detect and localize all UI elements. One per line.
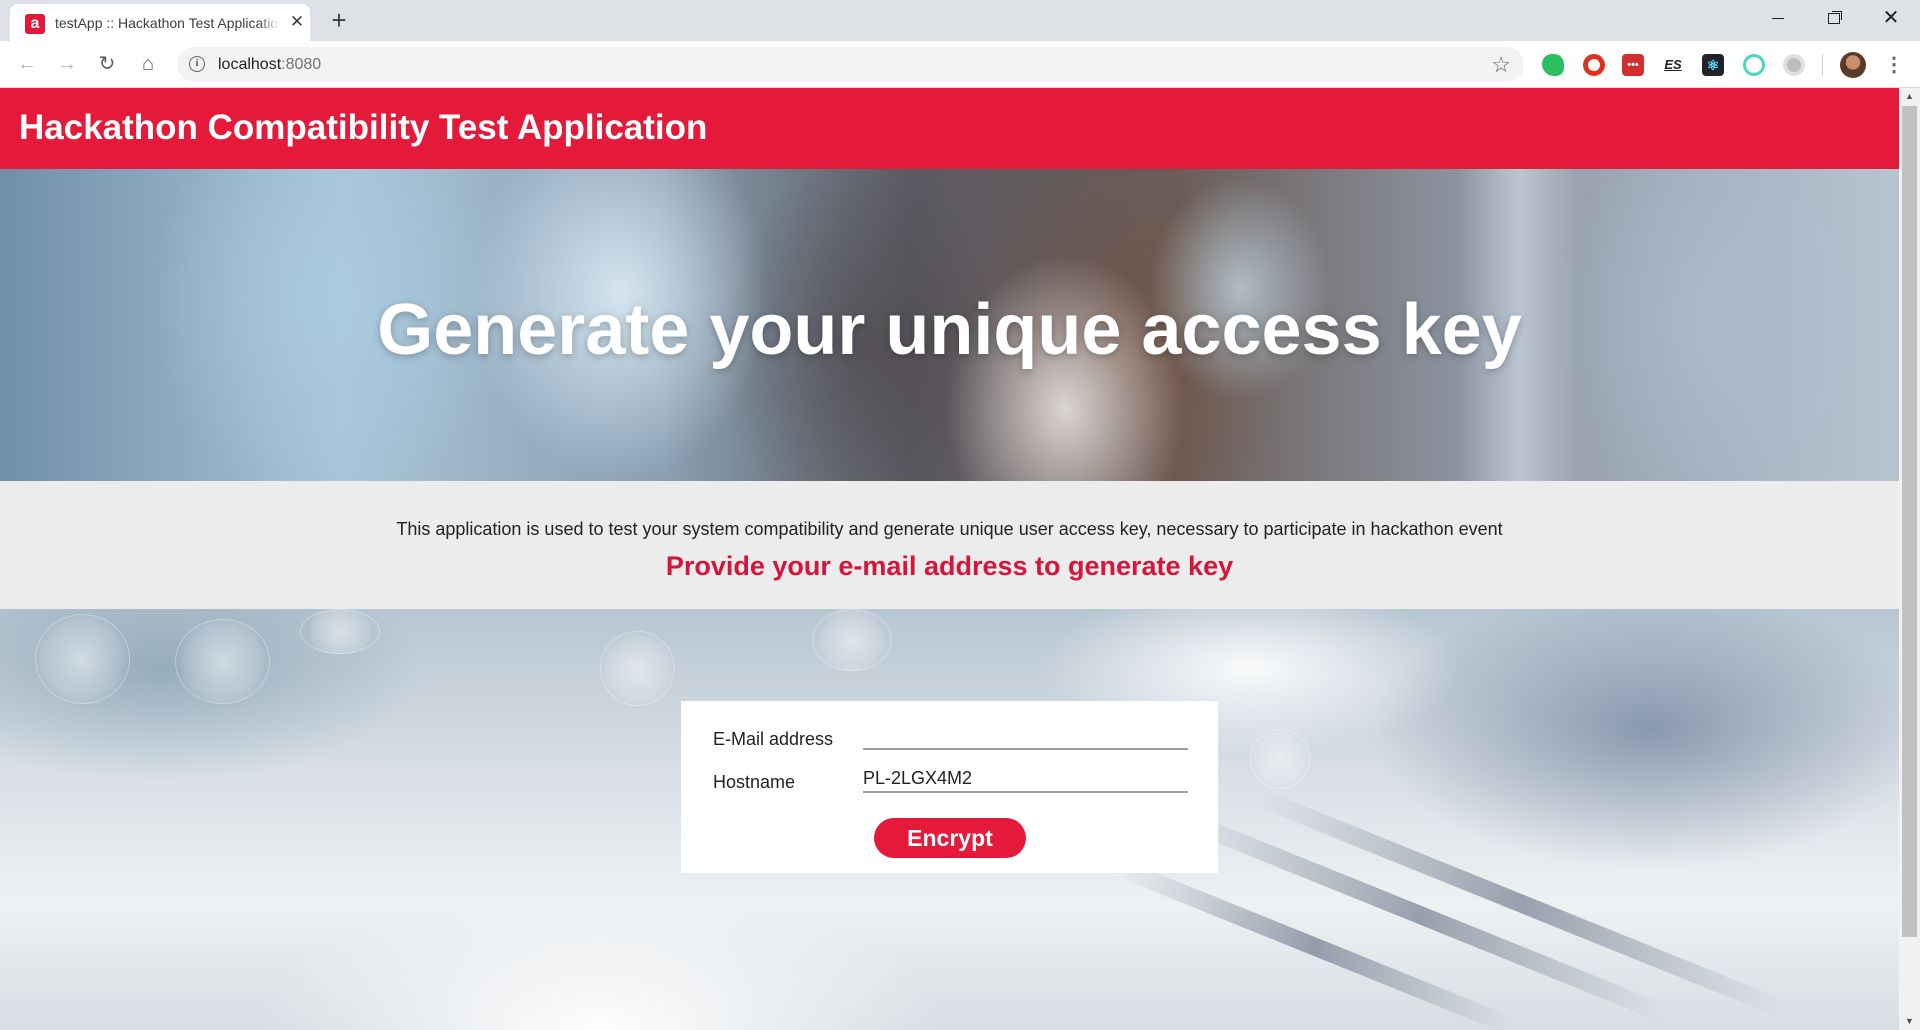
email-label: E-Mail address: [713, 729, 834, 749]
address-url[interactable]: localhost:8080: [218, 56, 321, 74]
key-generation-form: E-Mail address Hostname Encrypt: [681, 701, 1218, 873]
opera-vpn-icon[interactable]: [1583, 54, 1605, 76]
background-bokeh: [175, 619, 270, 704]
app-favicon-icon: a: [25, 14, 45, 34]
minimize-icon: [1772, 18, 1784, 19]
url-port: :8080: [281, 56, 322, 73]
browser-tabstrip: a testApp :: Hackathon Test Application …: [0, 0, 1920, 41]
new-tab-button[interactable]: +: [325, 6, 353, 34]
background-bokeh: [35, 614, 130, 704]
scroll-down-arrow-icon[interactable]: ▼: [1899, 1013, 1920, 1030]
page-scrollbar[interactable]: ▲ ▼: [1899, 88, 1920, 1030]
hero-banner: Generate your unique access key: [0, 169, 1899, 481]
toolbar-divider: [1822, 54, 1823, 76]
gray-extension-icon[interactable]: [1783, 54, 1805, 76]
background-bokeh: [1250, 729, 1310, 789]
home-button[interactable]: ⌂: [134, 50, 162, 78]
window-maximize-button[interactable]: [1805, 0, 1863, 36]
tab-close-icon[interactable]: ✕: [287, 12, 307, 32]
reload-button[interactable]: ↻: [93, 50, 121, 78]
background-streak: [1256, 789, 1783, 1017]
browser-menu-icon[interactable]: ⋮: [1884, 51, 1904, 79]
hostname-label: Hostname: [713, 772, 796, 792]
site-info-icon[interactable]: i: [189, 56, 205, 72]
page-viewport: Hackathon Compatibility Test Application…: [0, 88, 1899, 1030]
info-call-to-action: Provide your e-mail address to generate …: [665, 551, 1234, 581]
email-field[interactable]: [863, 722, 1188, 750]
color-picker-icon[interactable]: [1743, 54, 1765, 76]
background-bokeh: [600, 631, 675, 706]
address-bar[interactable]: i localhost:8080 ☆: [177, 47, 1524, 82]
back-button[interactable]: ←: [13, 50, 41, 78]
es-icon[interactable]: ES: [1662, 54, 1684, 76]
app-header: Hackathon Compatibility Test Application: [0, 88, 1899, 169]
encrypt-button[interactable]: Encrypt: [874, 818, 1026, 858]
browser-tab-active[interactable]: a testApp :: Hackathon Test Application …: [10, 4, 310, 41]
hero-title: Generate your unique access key: [377, 290, 1522, 370]
window-close-button[interactable]: ✕: [1862, 0, 1920, 36]
tab-title: testApp :: Hackathon Test Application: [55, 15, 280, 31]
react-devtools-icon[interactable]: ⚛: [1702, 54, 1724, 76]
forward-button[interactable]: →: [53, 50, 81, 78]
scroll-up-arrow-icon[interactable]: ▲: [1899, 88, 1920, 105]
bookmark-star-icon[interactable]: ☆: [1491, 52, 1511, 78]
restore-icon: [1828, 13, 1840, 24]
info-band: This application is used to test your sy…: [0, 481, 1899, 609]
info-description: This application is used to test your sy…: [396, 519, 1503, 539]
app-title: Hackathon Compatibility Test Application: [19, 108, 708, 147]
evernote-icon[interactable]: [1542, 54, 1564, 76]
window-minimize-button[interactable]: [1749, 0, 1807, 36]
close-icon: ✕: [1882, 7, 1900, 29]
background-bokeh: [812, 609, 892, 671]
background-bokeh: [300, 609, 380, 654]
hostname-field[interactable]: [863, 765, 1188, 793]
lastpass-icon[interactable]: •••: [1622, 54, 1644, 76]
browser-toolbar: ← → ↻ ⌂ i localhost:8080 ☆ ••• ES ⚛ ⋮: [0, 41, 1920, 88]
url-host: localhost: [218, 56, 282, 73]
scroll-thumb[interactable]: [1902, 106, 1917, 937]
profile-avatar[interactable]: [1840, 52, 1866, 78]
